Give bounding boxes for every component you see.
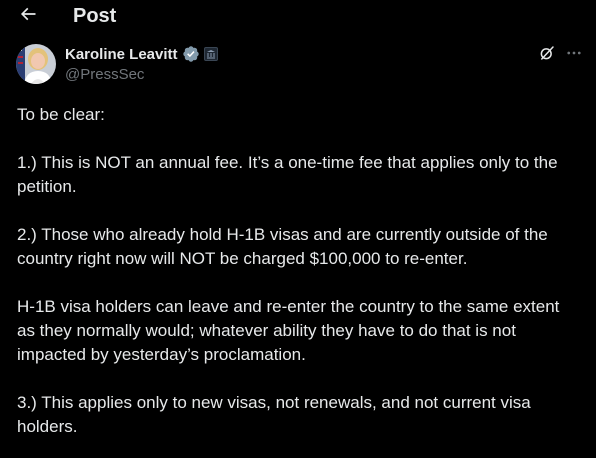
author-display-name[interactable]: Karoline Leavitt (65, 46, 178, 63)
tweet-paragraph: H-1B visa holders can leave and re-enter… (17, 297, 560, 364)
tweet-paragraph: 3.) This applies only to new visas, not … (17, 393, 531, 436)
arrow-left-icon (18, 4, 38, 28)
grok-icon (538, 44, 556, 66)
verified-badge-icon[interactable] (182, 45, 200, 63)
top-bar: Post (0, 0, 596, 33)
tweet-text: To be clear: 1.) This is NOT an annual f… (17, 103, 582, 439)
avatar[interactable] (16, 44, 56, 84)
back-button[interactable] (14, 3, 42, 29)
tweet-paragraph: 2.) Those who already hold H-1B visas an… (17, 225, 548, 268)
author-handle[interactable]: @PressSec (65, 66, 218, 84)
tweet-paragraph: 1.) This is NOT an annual fee. It’s a on… (17, 153, 558, 196)
government-affiliation-icon[interactable] (203, 47, 218, 61)
more-options-button[interactable] (562, 44, 586, 66)
grok-button[interactable] (536, 44, 558, 66)
author-name-row: Karoline Leavitt (65, 44, 218, 64)
page-title: Post (73, 5, 117, 27)
more-horizontal-icon (565, 44, 583, 66)
tweet-paragraph: To be clear: (17, 105, 105, 124)
author-block: Karoline Leavitt @PressSec (65, 44, 218, 84)
